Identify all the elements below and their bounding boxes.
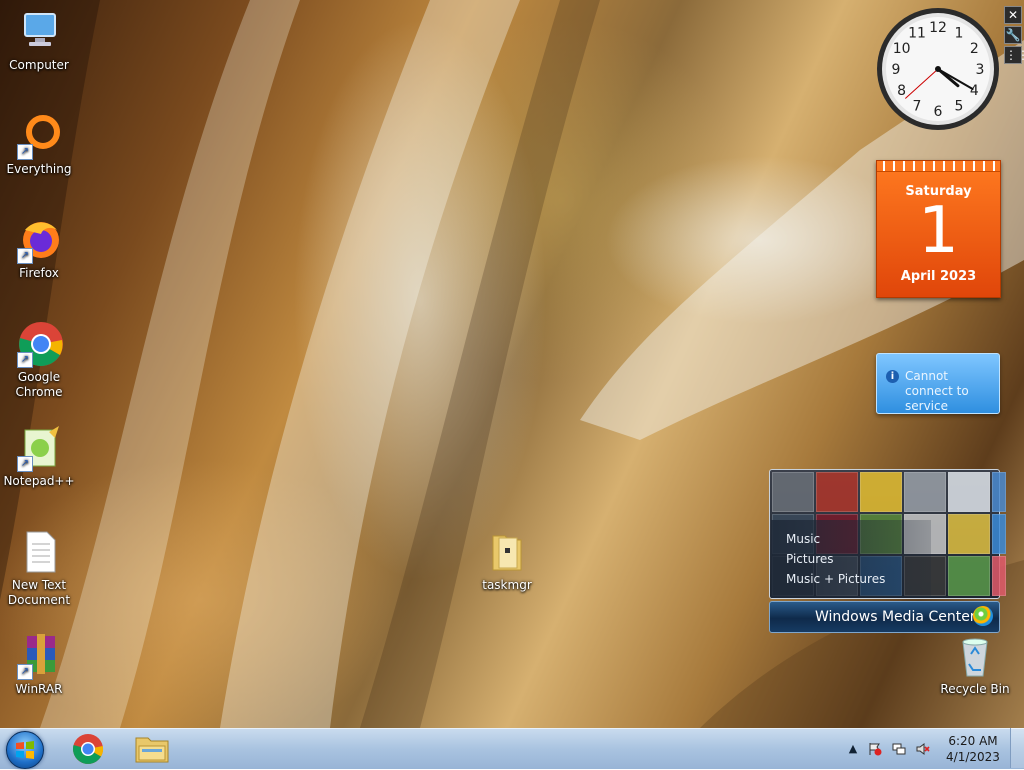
gadget-controls: ✕ 🔧 ⋮⋮ — [1004, 6, 1024, 66]
show-hidden-icons-chevron-icon[interactable]: ▲ — [846, 742, 860, 756]
taskbar-chrome-button[interactable] — [60, 731, 116, 767]
windows-media-center-logo-icon — [973, 606, 993, 626]
clock-number: 12 — [929, 20, 947, 36]
media-center-title-bar[interactable]: Windows Media Center — [769, 601, 1000, 633]
show-desktop-button[interactable] — [1010, 728, 1024, 768]
clock-number: 4 — [970, 83, 979, 99]
feed-headlines-gadget[interactable]: i Cannot connect to service — [876, 353, 1000, 414]
calendar-month-year: April 2023 — [900, 269, 977, 284]
desktop-icon-firefox[interactable]: ↗ Firefox — [0, 216, 78, 281]
clock-number: 7 — [913, 98, 922, 114]
folder-icon — [492, 535, 522, 571]
feed-status-message: Cannot connect to service — [905, 369, 969, 413]
desktop-icon-label: Everything — [6, 162, 72, 176]
taskbar: ▲ 6:20 AM 4/1/2023 — [0, 728, 1024, 769]
shortcut-arrow-icon: ↗ — [17, 144, 33, 160]
desktop-icon-google-chrome[interactable]: ↗ Google Chrome — [0, 320, 78, 400]
start-button[interactable] — [6, 731, 44, 769]
media-link-music-pictures[interactable]: Music + Pictures — [786, 572, 885, 586]
clock-gadget[interactable]: 12 1 2 3 4 5 6 7 8 9 10 11 — [875, 6, 1001, 132]
gadget-options-button[interactable]: 🔧 — [1004, 26, 1022, 44]
clock-number: 6 — [934, 104, 943, 120]
desktop-icon-label: Notepad++ — [3, 474, 75, 488]
clock-number: 3 — [976, 62, 985, 78]
desktop-icon-label: New Text Document — [7, 578, 71, 607]
clock-face: 12 12 3 45678 9 1011 — [877, 8, 999, 130]
desktop-icon-label: taskmgr — [482, 578, 532, 592]
gadget-close-button[interactable]: ✕ — [1004, 6, 1022, 24]
network-icon[interactable] — [892, 742, 906, 756]
desktop-icon-label: WinRAR — [15, 682, 63, 696]
taskbar-explorer-button[interactable] — [124, 731, 180, 767]
taskbar-clock[interactable]: 6:20 AM 4/1/2023 — [938, 733, 1008, 765]
desktop-icon-new-text-document[interactable]: New Text Document — [0, 528, 78, 608]
folder-icon — [135, 737, 169, 763]
desktop-icon-label: Recycle Bin — [940, 682, 1010, 696]
shortcut-arrow-icon: ↗ — [17, 664, 33, 680]
shortcut-arrow-icon: ↗ — [17, 248, 33, 264]
shortcut-arrow-icon: ↗ — [17, 352, 33, 368]
clock-number: 8 — [897, 83, 906, 99]
clock-number: 5 — [955, 98, 964, 114]
clock-number: 9 — [892, 62, 901, 78]
desktop-icon-recycle-bin[interactable]: Recycle Bin — [936, 632, 1014, 697]
taskbar-time: 6:20 AM — [948, 734, 998, 748]
gadget-drag-handle[interactable]: ⋮⋮ — [1004, 46, 1024, 64]
chrome-icon — [72, 734, 104, 764]
calendar-day: 1 — [918, 194, 959, 268]
taskbar-date: 4/1/2023 — [946, 750, 1000, 764]
desktop-icon-label: Firefox — [19, 266, 59, 280]
action-center-flag-icon[interactable] — [868, 742, 882, 756]
desktop-icon-label: Computer — [9, 58, 69, 72]
shortcut-arrow-icon: ↗ — [17, 456, 33, 472]
desktop-folder-taskmgr[interactable]: taskmgr — [468, 528, 546, 593]
info-icon: i — [886, 370, 899, 383]
text-document-icon — [26, 531, 56, 573]
media-center-title: Windows Media Center — [815, 609, 976, 625]
clock-number: 11 — [908, 26, 926, 42]
clock-number: 1 — [955, 26, 964, 42]
windows-logo-icon — [16, 741, 34, 759]
clock-number: 2 — [970, 41, 979, 57]
calendar-rings — [877, 161, 1000, 172]
desktop-icon-winrar[interactable]: ↗ WinRAR — [0, 632, 78, 697]
notification-area: ▲ 6:20 AM 4/1/2023 — [842, 729, 1022, 769]
media-center-panel: Music Pictures Music + Pictures — [769, 469, 1006, 599]
desktop-icon-label: Google Chrome — [15, 370, 63, 399]
clock-number: 10 — [893, 41, 911, 57]
desktop-icon-computer[interactable]: Computer — [0, 8, 78, 73]
computer-icon — [24, 13, 56, 46]
volume-muted-icon[interactable] — [916, 742, 930, 756]
media-center-gadget[interactable]: Music Pictures Music + Pictures Windows … — [769, 469, 1006, 633]
calendar-gadget[interactable]: Saturday 1 April 2023 — [876, 160, 1001, 298]
desktop-icon-notepadpp[interactable]: ↗ Notepad++ — [0, 424, 78, 489]
desktop-icon-everything[interactable]: ↗ Everything — [0, 112, 78, 177]
recycle-bin-icon — [962, 638, 988, 677]
media-link-pictures[interactable]: Pictures — [786, 552, 834, 566]
media-link-music[interactable]: Music — [786, 532, 820, 546]
